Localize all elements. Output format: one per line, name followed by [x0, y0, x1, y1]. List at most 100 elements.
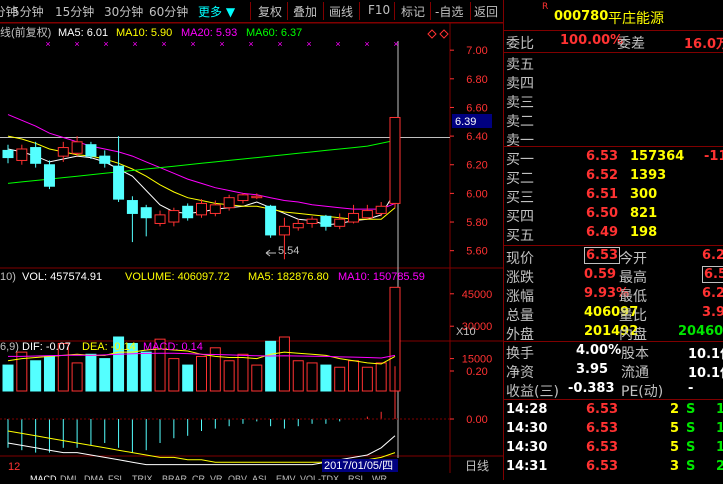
candle-body	[361, 210, 373, 219]
bid-volume: 198	[630, 225, 658, 240]
bid-level-label: 买二	[506, 171, 534, 187]
mark-button[interactable]: 标记	[401, 3, 425, 20]
event-cross-marker: ×	[132, 39, 137, 49]
period-15min[interactable]: 15分钟	[55, 3, 94, 20]
adjust-button[interactable]: 复权	[258, 3, 282, 20]
stat-value: 6.23	[702, 286, 723, 301]
period-label-daily[interactable]: 日线	[465, 459, 489, 473]
stat-label: 涨幅	[506, 289, 534, 305]
volume-axis-label: 45000	[462, 289, 493, 301]
watchlist-button[interactable]: -自选	[435, 3, 463, 20]
indicator-tab[interactable]: TRIX	[132, 474, 153, 484]
candle-body	[140, 207, 152, 219]
indicator-tab[interactable]: VR	[210, 474, 223, 484]
event-cross-marker: ×	[74, 39, 79, 49]
stat-value: 6.53	[584, 247, 621, 264]
overlay-button[interactable]: 叠加	[293, 3, 317, 20]
period-5min[interactable]: 5分钟	[12, 3, 44, 20]
period-60min[interactable]: 60分钟	[149, 3, 188, 20]
volume-bar	[237, 353, 249, 392]
stat-label: PE(动)	[621, 384, 664, 400]
volume-bar	[334, 366, 346, 392]
back-button[interactable]: 返回	[474, 3, 498, 20]
stat-label: 流通	[621, 365, 649, 381]
margin-badge: R	[542, 2, 549, 12]
candle-body	[16, 148, 28, 161]
tick-time: 14:30	[506, 440, 548, 455]
candle-body	[278, 225, 290, 236]
main-chart-header: 线(前复权)	[0, 25, 51, 39]
candle-body	[389, 116, 401, 204]
price-axis-label: 7.00	[466, 45, 487, 57]
diamond-icon[interactable]	[427, 29, 437, 39]
macd-axis-label: 0.00	[466, 414, 487, 426]
ma-line-ma20	[7, 114, 396, 210]
draw-line-button[interactable]: 画线	[329, 3, 353, 20]
indicator-tab[interactable]: FSL	[108, 474, 125, 484]
more-periods-dropdown[interactable]: 更多 ▼	[198, 3, 235, 20]
weibi-value: 100.00%	[560, 33, 624, 48]
candle-body	[223, 197, 235, 209]
indicator-tab[interactable]: ASI	[252, 474, 267, 484]
dif-label: DIF: -0.07	[22, 341, 71, 353]
candle-body	[209, 204, 221, 214]
indicator-tab[interactable]: DMI	[60, 474, 77, 484]
volume-bar	[2, 364, 14, 392]
event-cross-marker: ×	[219, 39, 224, 49]
indicator-tab[interactable]: RSI	[348, 474, 363, 484]
stat-label: 股本	[621, 346, 649, 362]
volume-bar	[223, 360, 235, 392]
bid-volume: 1393	[630, 168, 667, 183]
tick-volume: 3	[670, 459, 680, 474]
indicator-tab[interactable]: VOL-TDX	[300, 474, 339, 484]
stat-label: 现价	[506, 251, 534, 267]
tick-volume: 5	[670, 440, 680, 455]
f10-button[interactable]: F10	[368, 3, 390, 17]
vol-ma10-label: MA10: 150785.59	[338, 271, 425, 283]
candle-body	[154, 214, 166, 224]
indicator-tab[interactable]: CR	[192, 474, 205, 484]
price-axis-label: 6.20	[466, 160, 487, 172]
candle-body	[292, 222, 304, 229]
volume-bar	[140, 351, 152, 392]
weicha-label: 委差	[617, 36, 645, 52]
indicator-tab[interactable]: EMV	[276, 474, 296, 484]
indicator-tab[interactable]: MACD	[30, 474, 57, 484]
divider	[504, 146, 723, 147]
indicator-tab[interactable]: DMA	[84, 474, 104, 484]
event-cross-marker: ×	[103, 39, 108, 49]
bid-level-label: 买五	[506, 228, 534, 244]
candle-body	[168, 210, 180, 223]
ma5-label: MA5: 6.01	[58, 27, 108, 39]
period-30min[interactable]: 30分钟	[104, 3, 143, 20]
volume-bar	[292, 360, 304, 392]
stat-value: 204605	[678, 324, 723, 339]
kline-chart-svg[interactable]: 线(前复权) MA5: 6.01 MA10: 5.90 MA20: 5.93 M…	[0, 22, 503, 484]
volume-axis-label: 15000	[462, 354, 493, 366]
tick-side: S	[686, 402, 696, 417]
event-cross-marker: ×	[393, 39, 398, 49]
candle-body	[126, 200, 138, 214]
bid-price: 6.51	[586, 187, 619, 202]
macd-axis-label: 0.20	[466, 366, 487, 378]
tick-volume: 2	[670, 402, 680, 417]
chart-area[interactable]: 线(前复权) MA5: 6.01 MA10: 5.90 MA20: 5.93 M…	[0, 22, 503, 484]
event-cross-marker: ×	[306, 39, 311, 49]
stat-label: 净资	[506, 365, 534, 381]
dea-label: DEA: -0.14	[82, 341, 136, 353]
indicator-tab[interactable]: BRAR	[162, 474, 188, 484]
candle-body	[375, 205, 387, 214]
candle-body	[251, 195, 263, 199]
bid-price: 6.50	[586, 206, 619, 221]
indicator-tab[interactable]: OBV	[228, 474, 247, 484]
stat-value: 10.1亿	[688, 347, 723, 362]
ma20-label: MA20: 5.93	[181, 27, 237, 39]
volume-bar	[278, 336, 290, 392]
candle-body	[2, 149, 14, 159]
indicator-tab[interactable]: WR	[372, 474, 387, 484]
price-axis-label: 6.60	[466, 102, 487, 114]
diamond-icon[interactable]	[439, 29, 449, 39]
event-cross-marker: ×	[364, 39, 369, 49]
stat-label: 收益(三)	[506, 384, 559, 400]
event-cross-marker: ×	[45, 39, 50, 49]
